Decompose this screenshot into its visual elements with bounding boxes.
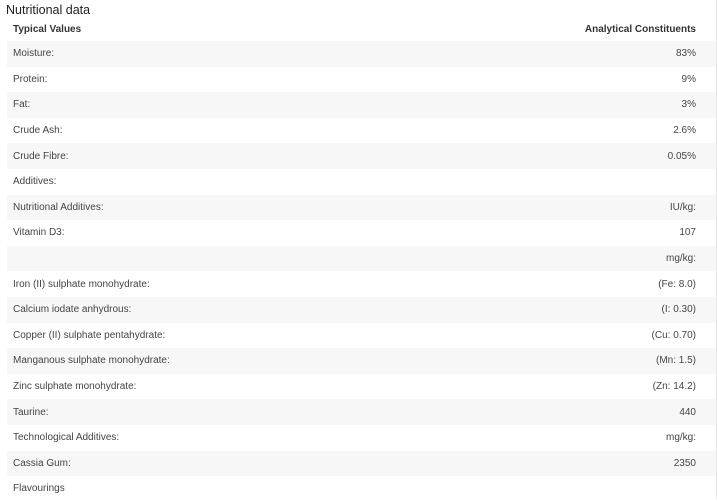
row-label: Taurine:: [7, 399, 362, 425]
table-row: Vitamin D3: 107: [7, 220, 716, 246]
row-value: 2350: [361, 450, 716, 477]
row-value: mg/kg:: [665, 432, 696, 444]
row-label: [7, 245, 362, 272]
table-row: Crude Ash: 2.6%: [7, 118, 716, 144]
header-analytical-constituents: Analytical Constituents: [584, 23, 696, 35]
table-row: Technological Additives: mg/kg:: [7, 425, 716, 451]
nutritional-data-panel: Nutritional data Typical Values Analytic…: [0, 0, 717, 499]
row-label: Crude Ash:: [13, 125, 63, 137]
section-title: Nutritional data: [6, 3, 91, 17]
row-label: Iron (II) sulphate monohydrate:: [13, 278, 150, 290]
table-row: Cassia Gum: 2350: [7, 450, 716, 477]
table-row: Calcium iodate anhydrous: (I: 0.30): [7, 296, 716, 323]
row-label: Manganous sulphate monohydrate:: [7, 348, 362, 374]
row-value: (Fe: 8.0): [658, 278, 696, 290]
row-label: Cassia Gum:: [7, 450, 362, 477]
row-value: 3%: [361, 92, 716, 118]
row-label: Nutritional Additives:: [7, 194, 362, 221]
table-row: Additives:: [7, 169, 716, 195]
table-row: Flavourings: [7, 476, 716, 502]
row-label: Fat:: [7, 92, 362, 118]
table-row: Manganous sulphate monohydrate: (Mn: 1.5…: [7, 348, 716, 374]
row-label: Calcium iodate anhydrous:: [7, 296, 362, 323]
row-value: (Cu: 0.70): [651, 329, 696, 341]
row-label: Flavourings: [13, 483, 65, 495]
row-label: Moisture:: [7, 41, 362, 67]
row-label: Copper (II) sulphate pentahydrate:: [13, 329, 166, 341]
row-value: 0.05%: [361, 143, 716, 169]
nutrition-table: Typical Values Analytical Constituents M…: [7, 17, 716, 502]
row-label: Crude Fibre:: [7, 143, 362, 169]
table-row: Taurine: 440: [7, 399, 716, 425]
row-label: Technological Additives:: [13, 432, 120, 444]
row-label: Additives:: [13, 176, 57, 188]
table-row: mg/kg:: [7, 245, 716, 272]
table-row: Copper (II) sulphate pentahydrate: (Cu: …: [7, 323, 716, 349]
row-value: IU/kg:: [361, 194, 716, 221]
table-row: Fat: 3%: [7, 92, 716, 118]
table-row: Iron (II) sulphate monohydrate: (Fe: 8.0…: [7, 271, 716, 297]
row-value: 107: [679, 227, 696, 239]
header-typical-values: Typical Values: [13, 23, 82, 35]
table-row: Crude Fibre: 0.05%: [7, 143, 716, 169]
row-value: [362, 476, 717, 502]
table-row: Zinc sulphate monohydrate: (Zn: 14.2): [7, 374, 716, 400]
table-row: Moisture: 83%: [7, 41, 716, 67]
row-label: Vitamin D3:: [13, 227, 65, 239]
table-header-row: Typical Values Analytical Constituents: [7, 17, 716, 41]
row-label: Protein:: [13, 73, 48, 85]
row-value: (Mn: 1.5): [361, 348, 716, 374]
row-value: (I: 0.30): [361, 296, 716, 323]
row-label: Zinc sulphate monohydrate:: [13, 381, 137, 393]
row-value: mg/kg:: [361, 245, 716, 272]
row-value: 83%: [361, 41, 716, 67]
row-value: 9%: [681, 73, 696, 85]
row-value: 2.6%: [673, 125, 696, 137]
table-row: Protein: 9%: [7, 67, 716, 93]
row-value: (Zn: 14.2): [652, 381, 696, 393]
row-value: [362, 169, 717, 195]
table-row: Nutritional Additives: IU/kg:: [7, 194, 716, 221]
row-value: 440: [361, 399, 716, 425]
